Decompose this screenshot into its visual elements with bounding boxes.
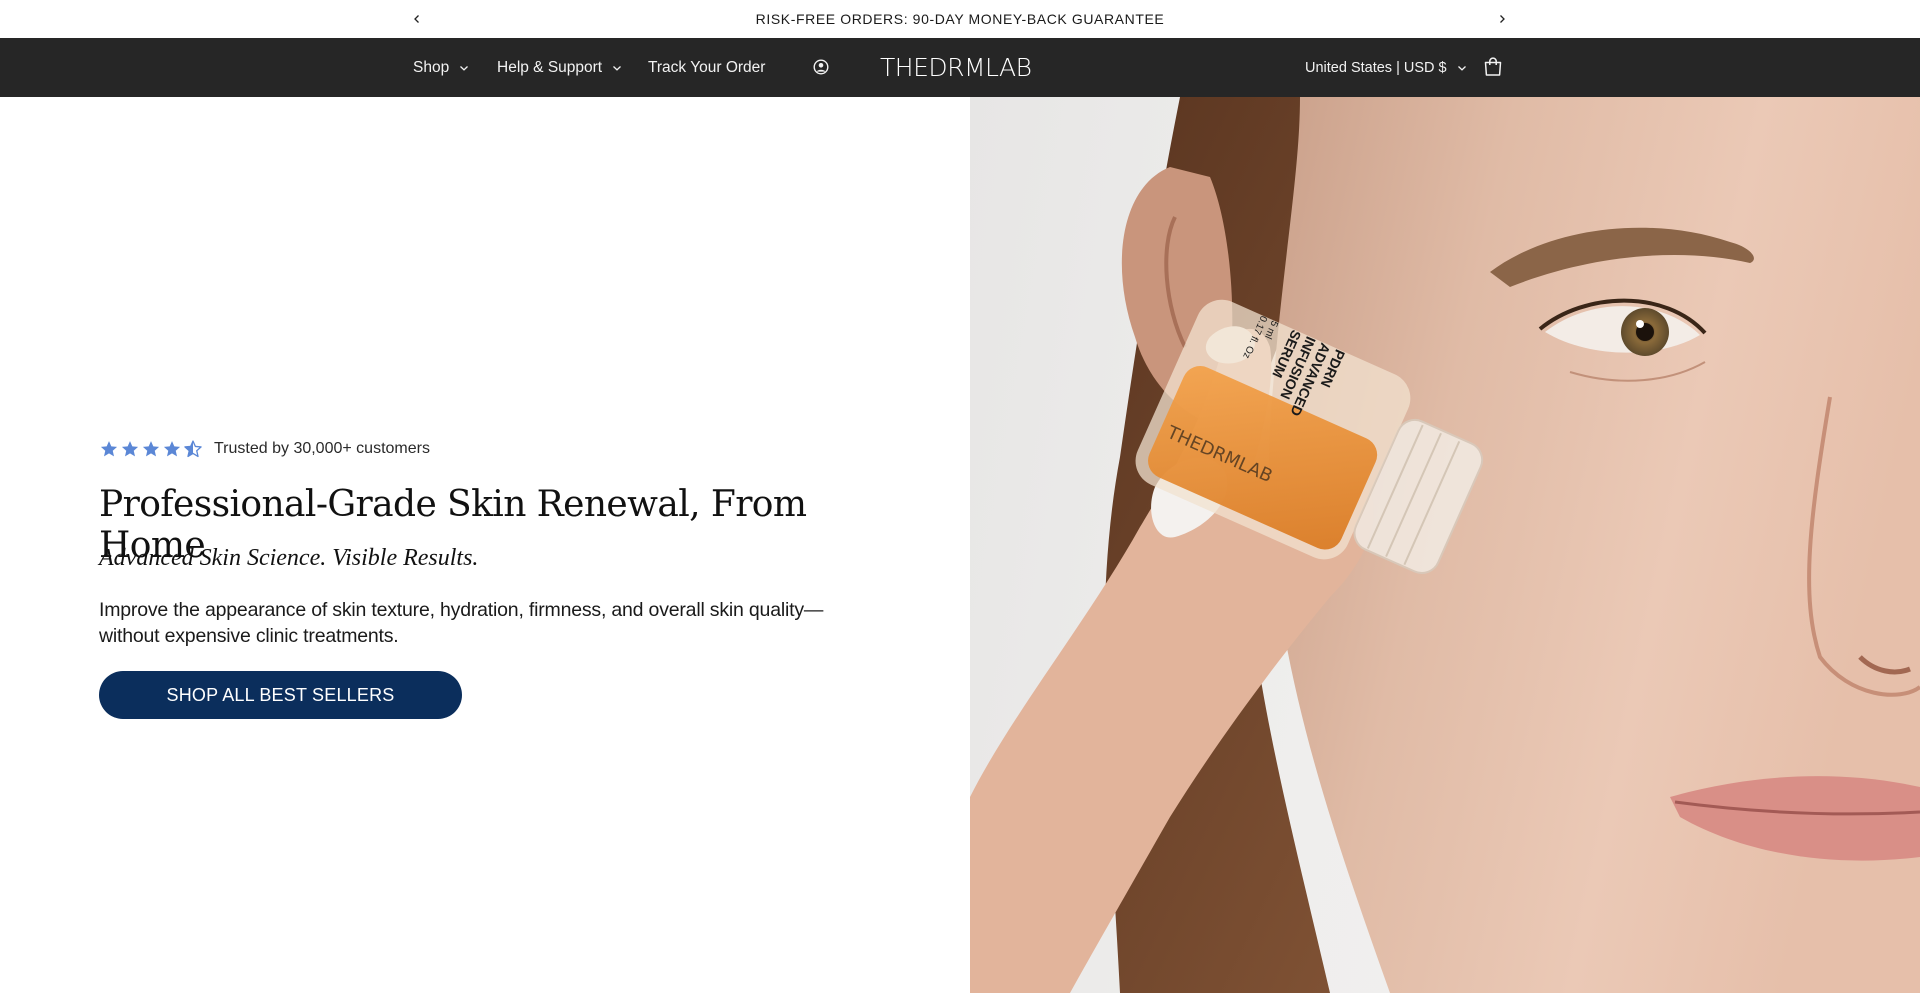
chevron-right-icon xyxy=(1500,15,1505,23)
chevron-down-icon xyxy=(1457,65,1466,71)
announcement-text: RISK-FREE ORDERS: 90-DAY MONEY-BACK GUAR… xyxy=(755,11,1165,27)
site-logo[interactable]: THEDRMLAB xyxy=(880,52,1032,82)
nav-help-label: Help & Support xyxy=(497,58,603,76)
hero-subtitle: Advanced Skin Science. Visible Results. xyxy=(99,545,479,571)
chevron-down-icon xyxy=(613,65,622,71)
nav-track-label: Track Your Order xyxy=(648,58,766,76)
nav-shop-label: Shop xyxy=(413,58,450,76)
site-header: Shop Help & Support Track Your Order THE… xyxy=(0,38,1920,97)
shop-best-sellers-button[interactable]: SHOP ALL BEST SELLERS xyxy=(99,671,462,719)
chevron-down-icon xyxy=(460,65,469,71)
hero-description: Improve the appearance of skin texture, … xyxy=(99,599,824,647)
locale-selector[interactable]: United States | USD $ xyxy=(1305,38,1467,97)
nav-track-order[interactable]: Track Your Order xyxy=(648,38,765,97)
star-icon xyxy=(142,441,160,457)
account-icon[interactable] xyxy=(811,57,831,77)
hero-content: Trusted by 30,000+ customers Professiona… xyxy=(0,97,970,993)
announcement-next-button[interactable] xyxy=(1492,9,1512,29)
rating-text: Trusted by 30,000+ customers xyxy=(214,440,430,457)
customer-rating: Trusted by 30,000+ customers xyxy=(99,439,430,459)
locale-label: United States | USD $ xyxy=(1305,59,1447,76)
hero-image: PDRN ADVANCED INFUSION SERUM 5 ml 0.17 f… xyxy=(970,97,1920,993)
hero-photo-illustration: PDRN ADVANCED INFUSION SERUM 5 ml 0.17 f… xyxy=(970,97,1920,993)
half-star-icon xyxy=(184,440,202,458)
announcement-bar: RISK-FREE ORDERS: 90-DAY MONEY-BACK GUAR… xyxy=(0,0,1920,38)
announcement-prev-button[interactable] xyxy=(407,9,427,29)
star-icon xyxy=(100,441,118,457)
nav-shop[interactable]: Shop xyxy=(413,38,469,97)
star-icon xyxy=(163,441,181,457)
cart-icon[interactable] xyxy=(1481,55,1505,79)
chevron-left-icon xyxy=(414,15,419,23)
nav-help-support[interactable]: Help & Support xyxy=(497,38,622,97)
rating-stars xyxy=(99,439,203,459)
star-icon xyxy=(121,441,139,457)
